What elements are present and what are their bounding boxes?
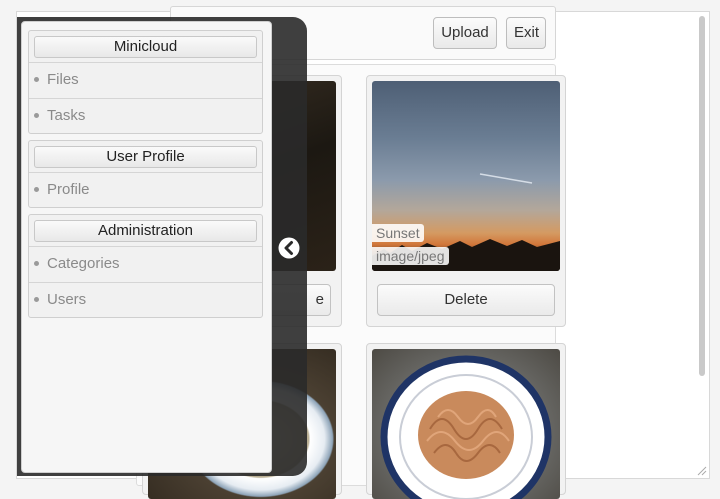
nav-group-minicloud: Minicloud Files Tasks [28,30,263,134]
delete-button[interactable]: Delete [377,284,555,316]
sidebar-item-label: Users [47,291,87,308]
nav-group-title[interactable]: User Profile [34,146,257,168]
sidebar-item-profile[interactable]: Profile [29,172,262,206]
nav-group-user-profile: User Profile Profile [28,140,263,208]
pasta-photo [380,355,552,499]
upload-button[interactable]: Upload [433,17,497,49]
sidebar: Minicloud Files Tasks User Profile Profi… [21,21,272,473]
image-title: Sunset [372,224,424,242]
nav-group-administration: Administration Categories Users [28,214,263,318]
resize-grip-icon[interactable] [695,464,707,476]
delete-button-label: e [315,291,324,308]
sidebar-item-users[interactable]: Users [29,282,262,316]
nav-group-title[interactable]: Administration [34,220,257,242]
sidebar-item-files[interactable]: Files [29,62,262,96]
gallery-card [366,343,566,499]
bullet-icon [34,113,39,118]
chevron-left-circle-icon[interactable] [277,236,301,260]
sidebar-item-categories[interactable]: Categories [29,246,262,280]
gallery-card: Sunset image/jpeg Delete [366,75,566,327]
exit-button[interactable]: Exit [506,17,546,49]
bullet-icon [34,77,39,82]
sunset-photo [372,173,560,271]
sidebar-item-label: Files [47,71,79,88]
image-thumbnail[interactable]: Sunset image/jpeg [372,81,560,271]
bullet-icon [34,261,39,266]
image-type: image/jpeg [372,247,449,265]
bullet-icon [34,187,39,192]
nav-group-title[interactable]: Minicloud [34,36,257,58]
bullet-icon [34,297,39,302]
sidebar-item-label: Profile [47,181,90,198]
sidebar-item-label: Tasks [47,107,86,124]
sidebar-item-label: Categories [47,255,120,272]
sidebar-item-tasks[interactable]: Tasks [29,98,262,132]
image-thumbnail[interactable] [372,349,560,499]
vertical-scrollbar[interactable] [699,16,705,376]
